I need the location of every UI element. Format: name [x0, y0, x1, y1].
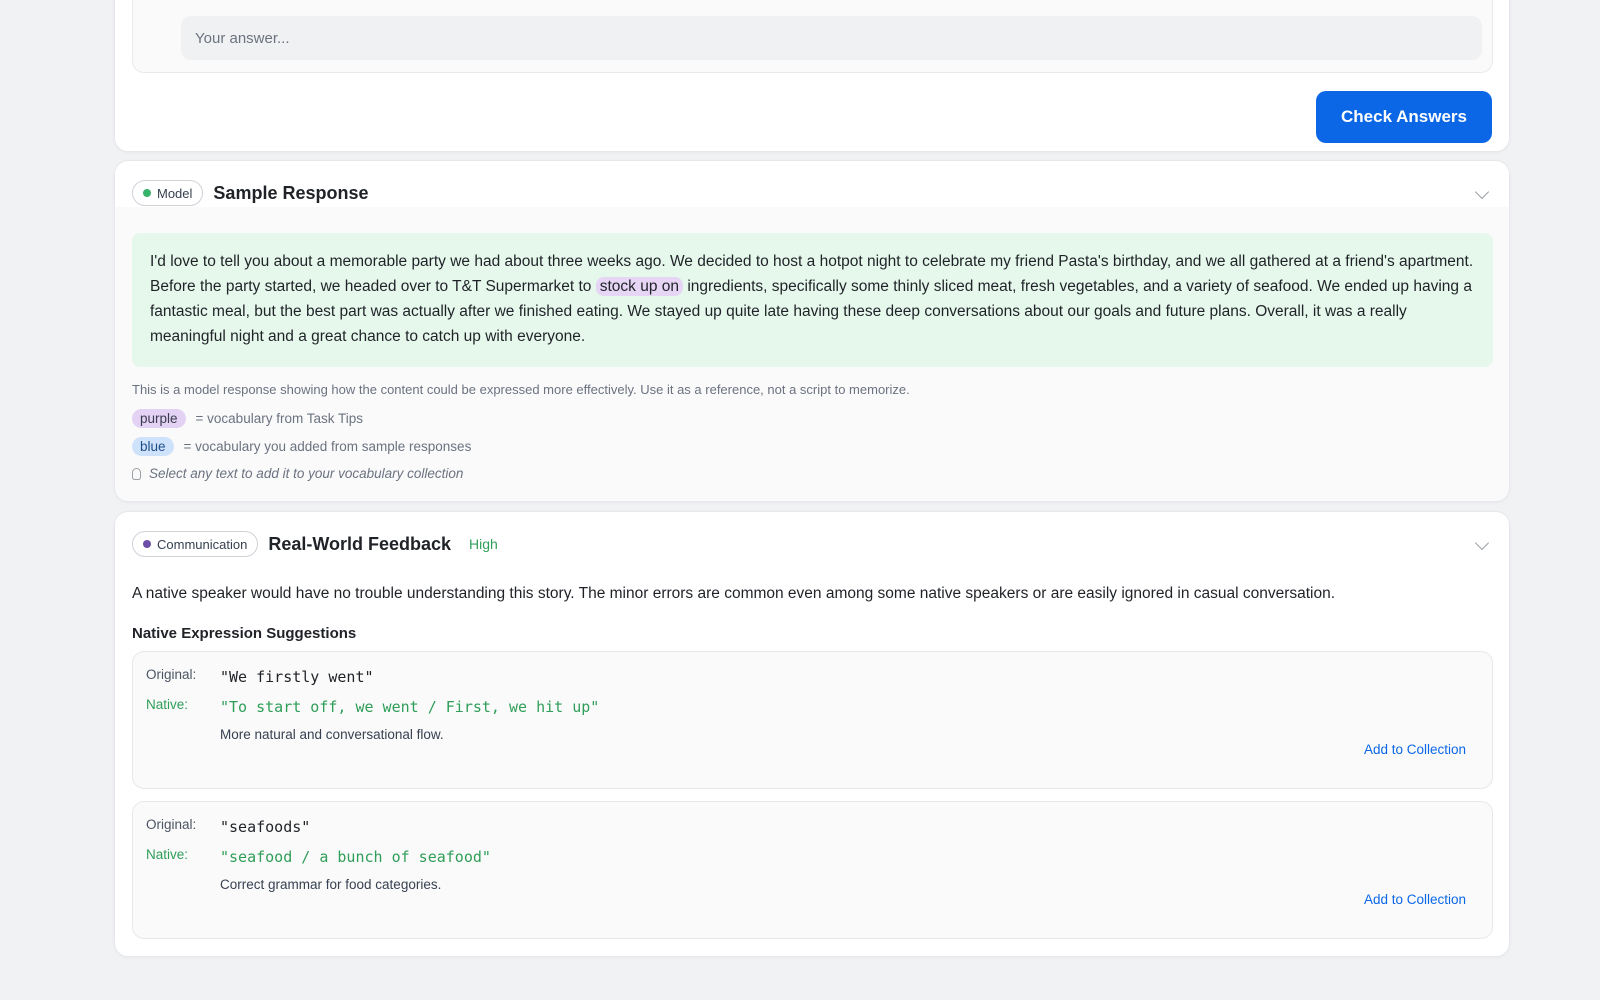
level-badge: High [469, 536, 498, 552]
original-expression[interactable]: "seafoods" [220, 818, 310, 836]
add-to-collection-link[interactable]: Add to Collection [1364, 742, 1466, 757]
feedback-title: Real-World Feedback [268, 533, 452, 554]
native-label: Native: [146, 847, 189, 862]
native-expression[interactable]: "seafood / a bunch of seafood" [220, 848, 491, 866]
purple-tag: purple [132, 409, 186, 428]
communication-pill: Communication [132, 531, 259, 557]
vocab-highlight[interactable]: stock up on [595, 277, 684, 296]
model-pill-label: Model [157, 185, 193, 201]
original-label: Original: [146, 817, 197, 832]
feedback-summary: A native speaker would have no trouble u… [132, 585, 1336, 602]
question-block [132, 0, 1493, 73]
quiz-card: Check Answers [114, 0, 1510, 152]
sample-response-text[interactable]: I'd love to tell you about a memorable p… [132, 233, 1493, 367]
original-expression[interactable]: "We firstly went" [220, 668, 374, 686]
lightbulb-icon [132, 467, 141, 480]
feedback-card: Communication Real-World Feedback High A… [114, 511, 1510, 957]
legend-blue: blue = vocabulary you added from sample … [132, 437, 471, 456]
model-pill: Model [132, 180, 204, 206]
native-expression[interactable]: "To start off, we went / First, we hit u… [220, 698, 599, 716]
suggestion-reason: Correct grammar for food categories. [220, 877, 442, 892]
blue-tag-desc: = vocabulary you added from sample respo… [183, 439, 472, 454]
purple-tag-desc: = vocabulary from Task Tips [195, 411, 363, 426]
chevron-down-icon[interactable] [1474, 535, 1490, 551]
vocab-hint: Select any text to add it to your vocabu… [132, 466, 463, 481]
suggestion-card: Original: "seafoods" Native: "seafood / … [132, 801, 1493, 939]
suggestion-reason: More natural and conversational flow. [220, 727, 444, 742]
vocab-hint-text: Select any text to add it to your vocabu… [149, 466, 464, 481]
blue-tag: blue [132, 437, 174, 456]
native-label: Native: [146, 697, 189, 712]
legend-purple: purple = vocabulary from Task Tips [132, 409, 363, 428]
sample-response-card: Model Sample Response I'd love to tell y… [114, 160, 1510, 502]
suggestion-card: Original: "We firstly went" Native: "To … [132, 651, 1493, 789]
model-response-note: This is a model response showing how the… [132, 382, 910, 397]
original-label: Original: [146, 667, 197, 682]
communication-pill-label: Communication [157, 536, 248, 552]
sample-response-title: Sample Response [213, 182, 369, 203]
feedback-heading[interactable]: Communication Real-World Feedback High [132, 530, 498, 558]
suggestions-title: Native Expression Suggestions [132, 625, 357, 642]
communication-dot-icon [143, 540, 151, 548]
model-dot-icon [143, 189, 151, 197]
add-to-collection-link[interactable]: Add to Collection [1364, 892, 1466, 907]
check-answers-button[interactable]: Check Answers [1316, 91, 1492, 143]
sample-response-heading: Model Sample Response [132, 179, 368, 207]
answer-input[interactable] [181, 16, 1482, 60]
